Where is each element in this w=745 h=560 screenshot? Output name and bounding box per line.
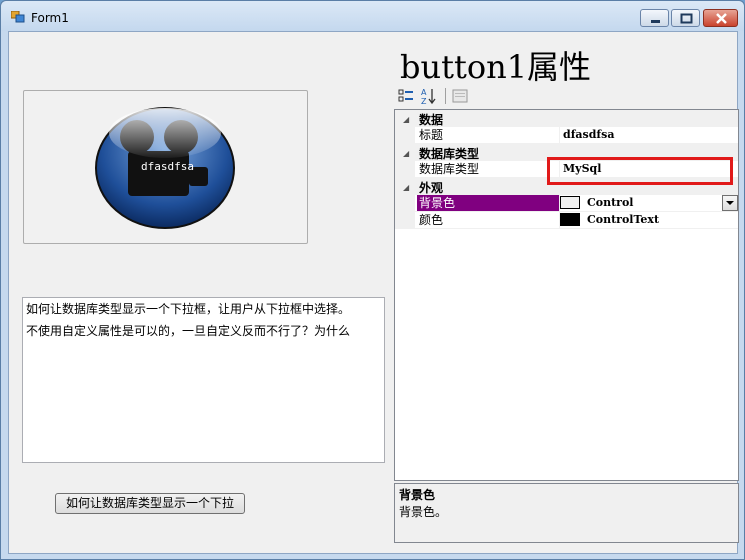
property-row[interactable]: 标题 dfasdfsa (395, 127, 738, 144)
minimize-button[interactable] (640, 9, 669, 27)
propertygrid-toolbar: A Z (395, 85, 740, 107)
row-margin (395, 212, 415, 229)
toolbar-separator (445, 88, 446, 104)
svg-text:Z: Z (421, 97, 427, 105)
annotation-highlight-box (547, 157, 733, 185)
collapse-icon[interactable]: ◢ (403, 115, 409, 124)
row-margin (395, 195, 415, 212)
close-icon (716, 13, 727, 24)
maximize-icon (680, 13, 693, 24)
property-pages-icon (452, 89, 468, 103)
row-margin (395, 127, 415, 144)
client-area: dfasdfsa 如何让数据库类型显示一个下拉框，让用户从下拉框中选择。 不使用… (8, 31, 740, 554)
property-value[interactable]: dfasdfsa (563, 127, 615, 143)
sort-az-icon: A Z (421, 88, 436, 106)
button1[interactable]: dfasdfsa (23, 90, 308, 244)
minimize-icon (651, 20, 660, 23)
close-button[interactable] (703, 9, 738, 27)
categorized-button[interactable] (397, 87, 415, 105)
property-name: 标题 (417, 127, 560, 143)
property-pages-button[interactable] (451, 87, 469, 105)
row-margin (395, 161, 415, 178)
help-description: 背景色。 (399, 505, 448, 519)
property-name: 数据库类型 (417, 161, 560, 177)
property-value[interactable]: ControlText (587, 212, 659, 228)
button1-label: dfasdfsa (141, 160, 194, 173)
color-swatch (560, 196, 580, 209)
app-icon (11, 11, 25, 23)
svg-text:A: A (421, 88, 427, 97)
chevron-down-icon (726, 201, 734, 205)
question-textbox[interactable]: 如何让数据库类型显示一个下拉框，让用户从下拉框中选择。 不使用自定义属性是可以的… (22, 297, 385, 463)
category-label: 外观 (419, 181, 444, 195)
property-row-selected[interactable]: 背景色 Control (395, 195, 738, 212)
page-heading: button1属性 (400, 48, 592, 86)
help-panel: 背景色 背景色。 (394, 483, 739, 543)
help-title: 背景色 (399, 488, 436, 502)
property-name: 背景色 (417, 195, 560, 211)
collapse-icon[interactable]: ◢ (403, 183, 409, 192)
categorized-icon (398, 89, 413, 102)
alphabetical-button[interactable]: A Z (420, 87, 438, 106)
property-name: 颜色 (417, 212, 560, 228)
collapse-icon[interactable]: ◢ (403, 149, 409, 158)
color-swatch (560, 213, 580, 226)
form1-window: Form1 dfasdfsa 如何让数据库类型显示一个下拉框，让用户从下拉框中选… (0, 0, 745, 560)
category-label: 数据 (419, 113, 444, 127)
maximize-button[interactable] (671, 9, 700, 27)
property-row[interactable]: 颜色 ControlText (395, 212, 738, 229)
dropdown-button[interactable] (722, 195, 738, 211)
textbox-line: 不使用自定义属性是可以的，一旦自定义反而不行了？为什么 (26, 324, 351, 338)
category-row[interactable]: ◢ 数据 (395, 110, 738, 127)
textbox-line: 如何让数据库类型显示一个下拉框，让用户从下拉框中选择。 (26, 302, 351, 316)
property-value[interactable]: Control (587, 195, 633, 211)
title-bar[interactable]: Form1 (1, 1, 744, 31)
button2[interactable]: 如何让数据库类型显示一个下拉 (55, 493, 245, 514)
window-title: Form1 (31, 11, 69, 25)
category-label: 数据库类型 (419, 147, 480, 161)
